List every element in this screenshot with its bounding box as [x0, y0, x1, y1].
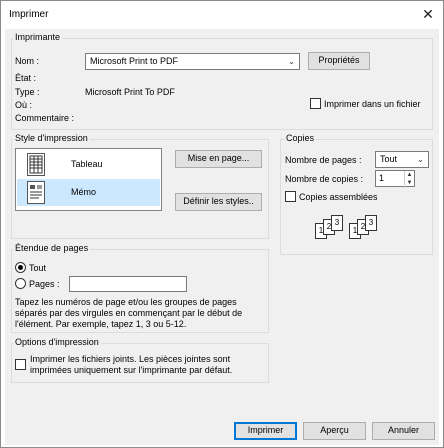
- memo-style-icon: [27, 181, 45, 204]
- range-pages-radio[interactable]: [15, 278, 26, 289]
- print-style-list[interactable]: Tableau Mémo: [15, 148, 162, 211]
- print-attachments-label: imprimées uniquement sur l'imprimante pa…: [30, 365, 233, 375]
- print-to-file-checkbox[interactable]: [310, 98, 321, 109]
- cancel-button[interactable]: Annuler: [372, 422, 435, 440]
- close-icon[interactable]: ✕: [415, 3, 441, 25]
- collate-checkbox[interactable]: [285, 191, 296, 202]
- collate-label[interactable]: Copies assemblées: [299, 192, 378, 202]
- list-item[interactable]: Mémo: [17, 179, 160, 206]
- comment-label: Commentaire :: [15, 113, 75, 123]
- type-label: Type :: [15, 87, 40, 97]
- style-item-label: Tableau: [71, 159, 103, 169]
- dialog-body: Imprimante Nom : Microsoft Print to PDF …: [5, 29, 439, 445]
- range-all-label[interactable]: Tout: [29, 263, 46, 273]
- properties-button[interactable]: Propriétés: [308, 52, 370, 70]
- range-help-text: l'élément. Par exemple, tapez 1, 3 ou 5-…: [15, 319, 187, 329]
- print-attachments-label[interactable]: Imprimer les fichiers joints. Les pièces…: [30, 354, 230, 364]
- range-help-text: Tapez les numéros de page et/ou les grou…: [15, 297, 237, 307]
- table-style-icon: [27, 153, 45, 176]
- printer-group-label: Imprimante: [13, 32, 63, 42]
- copy-count-value: 1: [379, 173, 385, 183]
- where-label: Où :: [15, 100, 33, 110]
- page-range-group-label: Étendue de pages: [13, 243, 91, 253]
- printer-name-value: Microsoft Print to PDF: [90, 56, 179, 66]
- preview-button[interactable]: Aperçu: [303, 422, 366, 440]
- chevron-down-icon[interactable]: ⌄: [284, 54, 299, 69]
- page-count-value: Tout: [380, 154, 398, 164]
- collate-page: 3: [331, 215, 343, 231]
- copy-count-input[interactable]: 1 ▲ ▼: [375, 170, 415, 188]
- page-count-label: Nombre de pages :: [285, 155, 362, 165]
- range-help-text: séparés par des virgules en commençant p…: [15, 308, 243, 318]
- define-styles-button[interactable]: Définir les styles..: [175, 193, 262, 211]
- copy-count-stepper[interactable]: ▲ ▼: [404, 171, 414, 188]
- list-item[interactable]: Tableau: [17, 151, 160, 178]
- printer-name-select[interactable]: Microsoft Print to PDF ⌄: [85, 53, 300, 70]
- dialog-title: Imprimer: [9, 9, 49, 20]
- range-all-radio[interactable]: [15, 262, 26, 273]
- status-label: État :: [15, 73, 37, 83]
- style-item-label: Mémo: [71, 187, 97, 197]
- print-button[interactable]: Imprimer: [234, 422, 297, 440]
- printer-name-label: Nom :: [15, 56, 40, 66]
- page-setup-button[interactable]: Mise en page...: [175, 150, 262, 168]
- page-count-select[interactable]: Tout ⌄: [375, 151, 429, 168]
- title-bar: Imprimer ✕: [1, 1, 443, 29]
- range-pages-label[interactable]: Pages :: [29, 279, 60, 289]
- print-options-group-label: Options d'impression: [13, 337, 101, 347]
- print-attachments-checkbox[interactable]: [15, 359, 26, 370]
- copy-count-label: Nombre de copies :: [285, 174, 364, 184]
- range-pages-input[interactable]: [69, 276, 187, 292]
- print-dialog: Imprimer ✕ Imprimante Nom : Microsoft Pr…: [0, 0, 444, 448]
- print-to-file-label[interactable]: Imprimer dans un fichier: [324, 99, 421, 109]
- spin-down-icon[interactable]: ▼: [405, 179, 414, 187]
- print-style-group-label: Style d'impression: [13, 133, 90, 143]
- collate-page: 3: [365, 215, 377, 231]
- chevron-down-icon[interactable]: ⌄: [413, 152, 428, 167]
- collate-illustration: 1 2 3 1 2 3: [315, 215, 415, 247]
- copies-group-label: Copies: [284, 133, 317, 143]
- spin-up-icon[interactable]: ▲: [405, 171, 414, 179]
- type-value: Microsoft Print To PDF: [85, 87, 175, 97]
